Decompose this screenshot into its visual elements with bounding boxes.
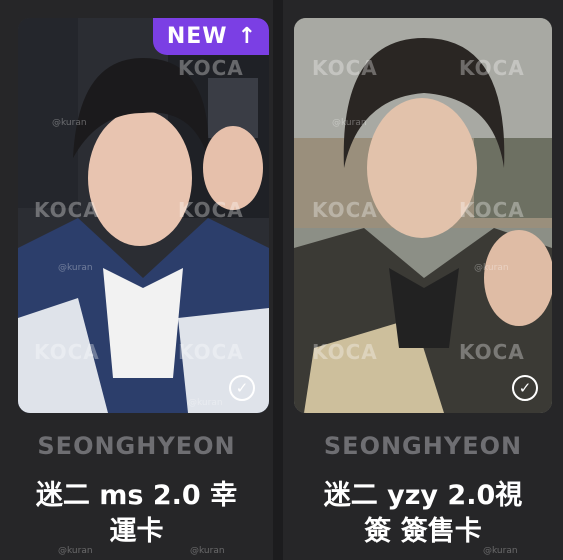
photocard-grid: KOCA KOCA KOCA KOCA KOCA @kuran @kuran @… [0,0,563,560]
watermark-small: @kuran [58,546,93,556]
watermark-small: @kuran [332,118,367,128]
watermark-small: @kuran [188,398,223,408]
check-glyph: ✓ [518,379,532,397]
photocard-item[interactable]: KOCA KOCA KOCA KOCA KOCA KOCA @kuran @ku… [283,0,563,560]
watermark-small: @kuran [52,118,87,128]
watermark-small: @kuran [474,263,509,273]
watermark-text: KOCA [34,198,100,222]
watermark-text: KOCA [312,56,378,80]
check-circle-icon[interactable]: ✓ [229,375,255,401]
watermark-text: KOCA [34,340,100,364]
member-name: SEONGHYEON [37,432,236,460]
card-title[interactable]: 迷二 yzy 2.0視 簽 簽售卡 [283,478,563,550]
card-title-line: 迷二 yzy 2.0視 [323,480,523,511]
photocard-image[interactable]: KOCA KOCA KOCA KOCA KOCA KOCA @kuran @ku… [294,18,552,413]
member-name: SEONGHYEON [323,432,523,460]
watermark-text: KOCA [178,198,244,222]
watermark-text: KOCA [178,340,244,364]
photocard-image[interactable]: KOCA KOCA KOCA KOCA KOCA @kuran @kuran @… [18,18,269,413]
check-circle-icon[interactable]: ✓ [512,375,538,401]
card-title-line: 簽 簽售卡 [364,516,482,547]
card-title-line: 迷二 ms 2.0 幸 [35,480,238,511]
photocard-item[interactable]: KOCA KOCA KOCA KOCA KOCA @kuran @kuran @… [0,0,273,560]
watermark-text: KOCA [459,198,525,222]
watermark-small: @kuran [190,546,225,556]
watermark-text: KOCA [178,56,244,80]
watermark-text: KOCA [459,340,525,364]
watermark-text: KOCA [312,198,378,222]
check-glyph: ✓ [235,379,249,397]
watermark-text: KOCA [312,340,378,364]
new-badge: NEW ↑ [152,18,269,55]
card-title-line: 運卡 [109,516,164,547]
watermark-text: KOCA [459,56,525,80]
arrow-up-icon: ↑ [237,24,257,49]
watermark-small: @kuran [58,263,93,273]
watermark-small: @kuran [483,546,518,556]
new-badge-label: NEW [166,24,228,49]
card-title[interactable]: 迷二 ms 2.0 幸 運卡 [0,478,273,550]
